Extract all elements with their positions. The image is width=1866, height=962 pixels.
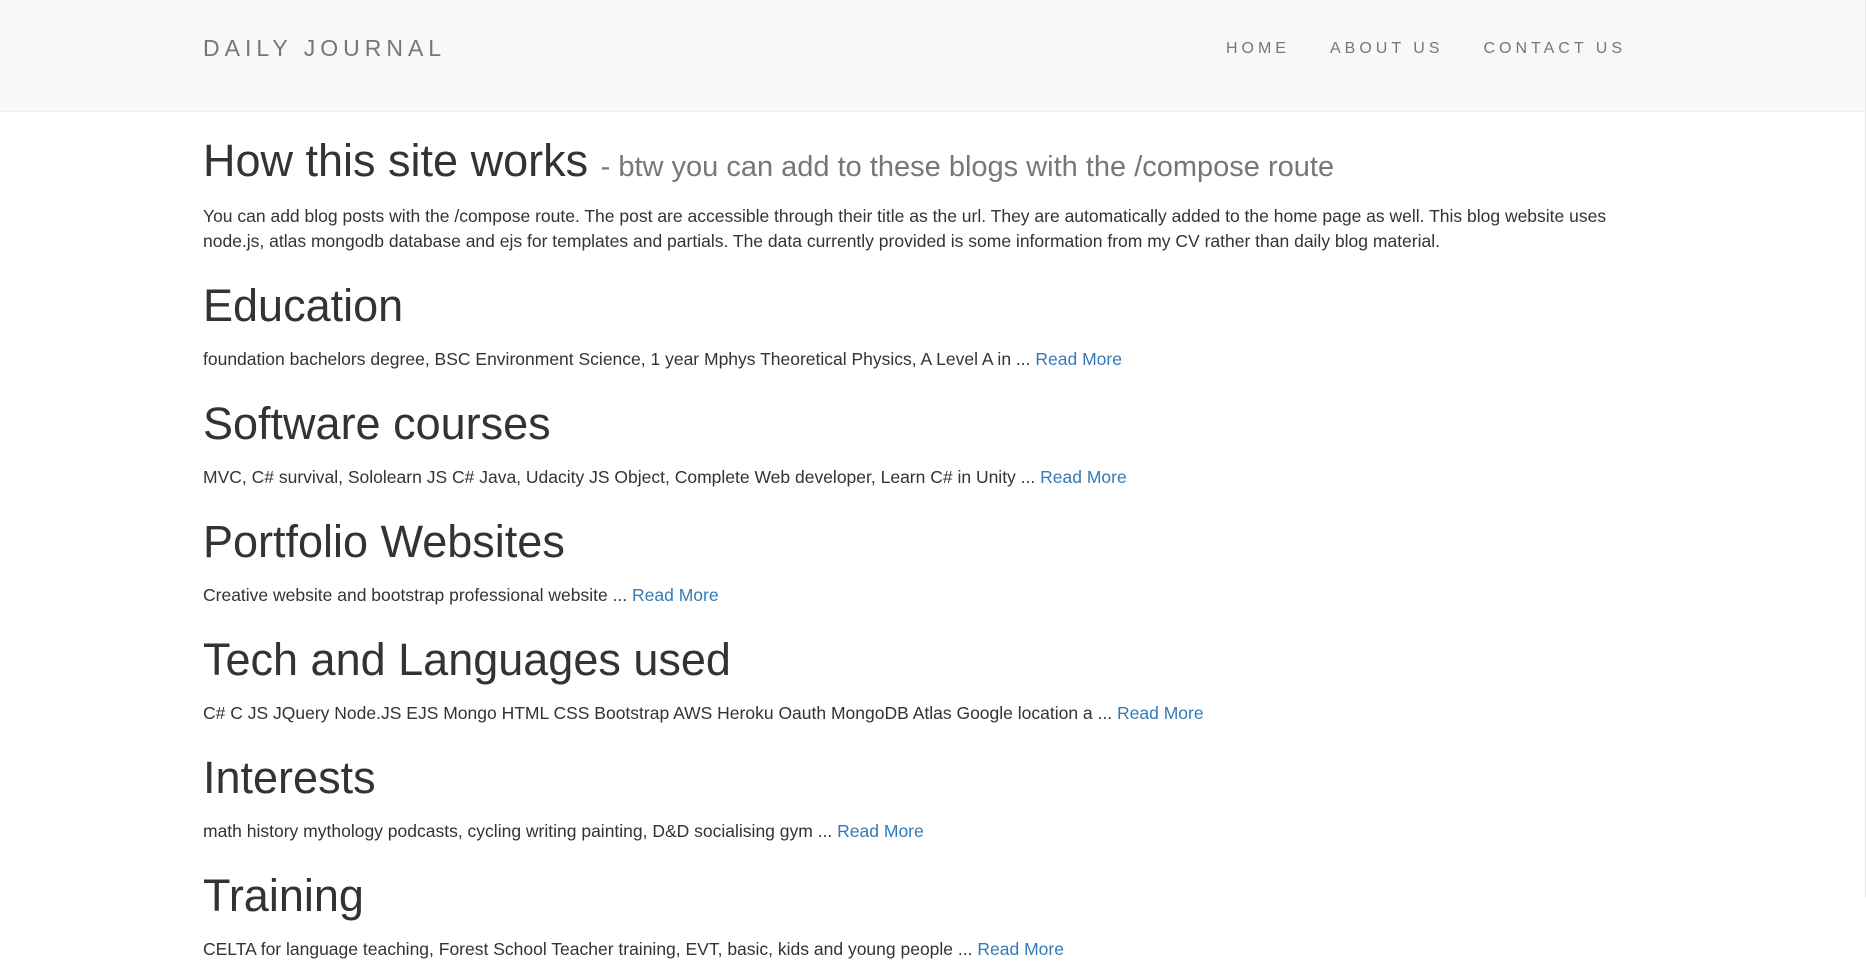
intro-heading: How this site works - btw you can add to… [203,134,1623,194]
main-content: How this site works - btw you can add to… [203,134,1623,962]
post-tech-and-languages: Tech and Languages used C# C JS JQuery N… [203,633,1623,726]
post-excerpt-wrapper: math history mythology podcasts, cycling… [203,819,1623,844]
post-title: Education [203,280,404,331]
post-training: Training CELTA for language teaching, Fo… [203,869,1623,962]
post-interests: Interests math history mythology podcast… [203,751,1623,844]
post-title: Portfolio Websites [203,516,565,567]
post-excerpt-wrapper: Creative website and bootstrap professio… [203,583,1623,608]
post-software-courses: Software courses MVC, C# survival, Solol… [203,397,1623,490]
post-excerpt: foundation bachelors degree, BSC Environ… [203,349,1031,369]
read-more-link[interactable]: Read More [1040,467,1127,487]
post-excerpt: math history mythology podcasts, cycling… [203,821,833,841]
post-education: Education foundation bachelors degree, B… [203,279,1623,372]
post-portfolio-websites: Portfolio Websites Creative website and … [203,515,1623,608]
read-more-link[interactable]: Read More [1117,703,1204,723]
read-more-link[interactable]: Read More [1035,349,1122,369]
post-title: Training [203,870,364,921]
post-title: Interests [203,752,376,803]
post-excerpt-wrapper: CELTA for language teaching, Forest Scho… [203,937,1623,962]
intro-subtitle: - btw you can add to these blogs with th… [600,151,1335,183]
navbar: DAILY JOURNAL HOME ABOUT US CONTACT US [0,0,1866,112]
nav-home[interactable]: HOME [1226,40,1290,58]
nav-links: HOME ABOUT US CONTACT US [1186,40,1626,58]
nav-contact-us[interactable]: CONTACT US [1483,40,1626,58]
read-more-link[interactable]: Read More [977,939,1064,959]
post-excerpt: MVC, C# survival, Sololearn JS C# Java, … [203,467,1036,487]
read-more-link[interactable]: Read More [837,821,924,841]
post-excerpt: CELTA for language teaching, Forest Scho… [203,939,973,959]
post-excerpt-wrapper: C# C JS JQuery Node.JS EJS Mongo HTML CS… [203,701,1623,726]
post-excerpt: C# C JS JQuery Node.JS EJS Mongo HTML CS… [203,703,1113,723]
intro-body: You can add blog posts with the /compose… [203,206,1607,251]
intro-title: How this site works [203,135,589,186]
post-title: Software courses [203,398,551,449]
post-excerpt-wrapper: MVC, C# survival, Sololearn JS C# Java, … [203,465,1623,490]
post-excerpt: Creative website and bootstrap professio… [203,585,628,605]
brand-link[interactable]: DAILY JOURNAL [203,35,446,62]
post-excerpt-wrapper: foundation bachelors degree, BSC Environ… [203,347,1623,372]
nav-about-us[interactable]: ABOUT US [1330,40,1444,58]
read-more-link[interactable]: Read More [632,585,719,605]
post-title: Tech and Languages used [203,634,731,685]
